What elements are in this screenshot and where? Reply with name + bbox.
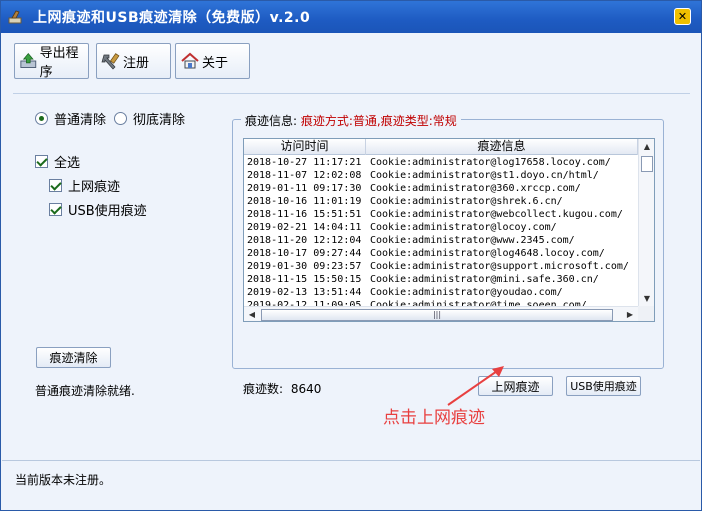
table-row[interactable]: 2019-02-13 13:51:44 Cookie:administrator@… — [244, 286, 638, 299]
row-time: 2018-11-16 15:51:51 — [247, 209, 362, 220]
register-tools-icon — [101, 53, 120, 70]
about-house-icon — [181, 52, 199, 69]
row-info: Cookie:administrator@locoy.com/ — [370, 222, 557, 233]
scroll-right-icon[interactable]: ▶ — [622, 307, 638, 321]
hscroll-thumb[interactable]: ||| — [261, 309, 613, 321]
export-label: 导出程序 — [39, 46, 79, 80]
row-time: 2018-11-15 15:50:15 — [247, 274, 362, 285]
export-icon — [20, 52, 37, 68]
row-info: Cookie:administrator@youdao.com/ — [370, 287, 563, 298]
usb-traces-label: USB使用痕迹 — [68, 204, 147, 219]
table-row[interactable]: 2018-10-16 11:01:19 Cookie:administrator@… — [244, 195, 638, 208]
checkbox-usb-traces[interactable]: USB使用痕迹 — [49, 200, 147, 219]
row-time: 2018-10-17 09:27:44 — [247, 248, 362, 259]
checkbox-box — [49, 179, 62, 192]
close-icon[interactable]: ✕ — [674, 8, 691, 25]
export-button[interactable]: 导出程序 — [14, 43, 89, 80]
client-area: 导出程序 注册 关于 普通清除 彻底清除 全选 上网痕迹 USB使用痕迹 痕迹清… — [2, 33, 700, 510]
column-header-time[interactable]: 访问时间 — [244, 139, 366, 155]
trace-list[interactable]: 访问时间 痕迹信息 2018-10-27 11:17:21 Cookie:admi… — [243, 138, 655, 322]
row-info: Cookie:administrator@shrek.6.cn/ — [370, 196, 563, 207]
register-label: 注册 — [123, 55, 150, 71]
internet-traces-label: 上网痕迹 — [68, 180, 121, 195]
trace-info-group: 痕迹信息: 痕迹方式:普通,痕迹类型:常规 访问时间 痕迹信息 2018-10-… — [232, 112, 664, 396]
row-time: 2019-02-13 13:51:44 — [247, 287, 362, 298]
clean-traces-button[interactable]: 痕迹清除 — [36, 347, 111, 368]
main-window: 上网痕迹和USB痕迹清除（免费版）v.2.0 ✕ 导出程序 注册 关于 普通清除… — [0, 0, 702, 511]
scroll-thumb[interactable] — [641, 156, 653, 172]
table-row[interactable]: 2018-11-16 15:51:51 Cookie:administrator@… — [244, 208, 638, 221]
row-info: Cookie:administrator@support.microsoft.c… — [370, 261, 629, 272]
table-row[interactable]: 2018-10-17 09:27:44 Cookie:administrator@… — [244, 247, 638, 260]
row-time: 2019-01-11 09:17:30 — [247, 183, 362, 194]
table-row[interactable]: 2019-01-11 09:17:30 Cookie:administrator@… — [244, 182, 638, 195]
footer-status: 当前版本未注册。 — [15, 473, 112, 487]
table-row[interactable]: 2018-11-20 12:12:04 Cookie:administrator@… — [244, 234, 638, 247]
trace-count-value: 8640 — [290, 382, 322, 396]
trace-list-header: 访问时间 痕迹信息 — [244, 139, 638, 155]
trace-list-rows: 2018-10-27 11:17:21 Cookie:administrator@… — [244, 156, 638, 321]
about-label: 关于 — [202, 55, 229, 71]
trace-info-legend: 痕迹信息: 痕迹方式:普通,痕迹类型:常规 — [241, 112, 461, 129]
table-row[interactable]: 2018-11-07 12:02:08 Cookie:administrator@… — [244, 169, 638, 182]
legend-label: 痕迹信息: — [245, 114, 298, 128]
scroll-left-icon[interactable]: ◀ — [244, 307, 260, 321]
thorough-clean-label: 彻底清除 — [133, 113, 186, 128]
checkbox-internet-traces[interactable]: 上网痕迹 — [49, 176, 120, 195]
table-row[interactable]: 2018-10-27 11:17:21 Cookie:administrator@… — [244, 156, 638, 169]
normal-clean-label: 普通清除 — [54, 113, 107, 128]
trace-count-label: 痕迹数: — [243, 382, 284, 396]
window-title: 上网痕迹和USB痕迹清除（免费版）v.2.0 — [33, 10, 311, 26]
vertical-scrollbar[interactable]: ▲ ▼ — [638, 139, 654, 307]
checkbox-box — [35, 155, 48, 168]
title-bar[interactable]: 上网痕迹和USB痕迹清除（免费版）v.2.0 ✕ — [1, 1, 701, 33]
checkbox-box — [49, 203, 62, 216]
about-button[interactable]: 关于 — [175, 43, 250, 79]
row-time: 2018-11-07 12:02:08 — [247, 170, 362, 181]
row-info: Cookie:administrator@webcollect.kugou.co… — [370, 209, 623, 220]
table-row[interactable]: 2019-01-30 09:23:57 Cookie:administrator@… — [244, 260, 638, 273]
status-message: 普通痕迹清除就绪. — [35, 384, 135, 398]
table-row[interactable]: 2018-11-15 15:50:15 Cookie:administrator@… — [244, 273, 638, 286]
row-time: 2018-10-27 11:17:21 — [247, 157, 362, 168]
scroll-up-icon[interactable]: ▲ — [639, 139, 654, 155]
annotation-text: 点击上网痕迹 — [383, 408, 485, 428]
row-time: 2018-11-20 12:12:04 — [247, 235, 362, 246]
radio-normal-clean[interactable]: 普通清除 — [35, 109, 106, 128]
horizontal-scrollbar[interactable]: ◀ ||| ▶ — [244, 306, 638, 321]
row-info: Cookie:administrator@log4648.locoy.com/ — [370, 248, 605, 259]
row-time: 2018-10-16 11:01:19 — [247, 196, 362, 207]
radio-dot — [114, 112, 127, 125]
row-time: 2019-02-21 14:04:11 — [247, 222, 362, 233]
row-time: 2019-01-30 09:23:57 — [247, 261, 362, 272]
scroll-down-icon[interactable]: ▼ — [639, 291, 654, 307]
scroll-corner — [638, 306, 654, 321]
app-brush-icon — [8, 10, 22, 24]
select-all-label: 全选 — [54, 156, 81, 171]
row-info: Cookie:administrator@www.2345.com/ — [370, 235, 575, 246]
row-info: Cookie:administrator@mini.safe.360.cn/ — [370, 274, 599, 285]
register-button[interactable]: 注册 — [96, 43, 171, 79]
table-row[interactable]: 2019-02-21 14:04:11 Cookie:administrator@… — [244, 221, 638, 234]
checkbox-select-all[interactable]: 全选 — [35, 152, 80, 171]
row-info: Cookie:administrator@st1.doyo.cn/html/ — [370, 170, 599, 181]
radio-thorough-clean[interactable]: 彻底清除 — [114, 109, 185, 128]
row-info: Cookie:administrator@log17658.locoy.com/ — [370, 157, 611, 168]
usb-traces-button[interactable]: USB使用痕迹 — [566, 376, 641, 396]
legend-info: 痕迹方式:普通,痕迹类型:常规 — [300, 114, 457, 128]
status-divider — [2, 460, 700, 461]
row-info: Cookie:administrator@360.xrccp.com/ — [370, 183, 581, 194]
column-header-info[interactable]: 痕迹信息 — [366, 139, 638, 155]
trace-count: 痕迹数: 8640 — [243, 380, 321, 397]
radio-dot-selected — [35, 112, 48, 125]
